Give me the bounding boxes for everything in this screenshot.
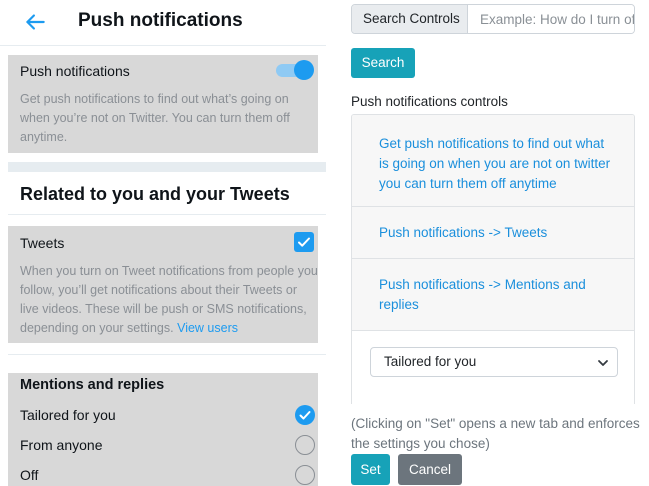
radio-off[interactable] [295,465,315,485]
footer-area: (Clicking on "Set" opens a new tab and e… [351,404,649,486]
mentions-title: Mentions and replies [20,377,165,393]
controls-panel: Search Controls Search Push notification… [326,0,649,486]
push-notifications-toggle[interactable] [274,60,314,80]
push-notifications-description: Get push notifications to find out what’… [20,92,290,144]
search-group: Search Controls [351,4,635,34]
search-controls-addon: Search Controls [352,5,468,33]
list-item-text: Push notifications -> Mentions and repli… [379,277,586,312]
section-separator [8,162,326,172]
cancel-button[interactable]: Cancel [398,454,462,485]
toggle-knob [294,60,314,80]
tweets-description-text: When you turn on Tweet notifications fro… [20,264,318,335]
page-title: Push notifications [78,10,243,31]
divider [8,214,326,215]
list-item-text: Get push notifications to find out what … [379,136,611,191]
tweets-checkbox[interactable] [294,232,314,252]
section-title: Related to you and your Tweets [20,184,290,204]
search-button[interactable]: Search [351,48,415,78]
tweets-description: When you turn on Tweet notifications fro… [20,262,318,338]
list-item-mentions-replies[interactable]: Push notifications -> Mentions and repli… [352,259,634,331]
chevron-down-icon [597,357,609,369]
option-off-label: Off [20,467,39,483]
set-button[interactable]: Set [351,454,390,485]
radio-from-anyone[interactable] [295,435,315,455]
controls-list: Get push notifications to find out what … [351,114,635,404]
push-notifications-label: Push notifications [20,63,130,79]
settings-header: Push notifications [0,0,326,46]
tweets-label: Tweets [20,235,65,251]
controls-heading: Push notifications controls [351,94,508,109]
option-from-anyone-label: From anyone [20,437,103,453]
footer-note: (Clicking on "Set" opens a new tab and e… [351,416,640,451]
search-input[interactable] [469,5,634,33]
list-item-push-notifications[interactable]: Get push notifications to find out what … [352,115,634,207]
radio-tailored-for-you[interactable] [295,405,315,425]
view-users-link[interactable]: View users [177,321,238,335]
twitter-settings-panel: Push notifications Push notifications Ge… [0,0,326,486]
list-item-text: Push notifications -> Tweets [379,225,548,240]
select-value: Tailored for you [384,354,477,369]
arrow-left-icon[interactable] [22,9,48,35]
mentions-select[interactable]: Tailored for you [370,347,618,377]
divider [8,354,326,355]
option-tailored-label: Tailored for you [20,407,116,423]
list-item-tweets[interactable]: Push notifications -> Tweets [352,207,634,259]
